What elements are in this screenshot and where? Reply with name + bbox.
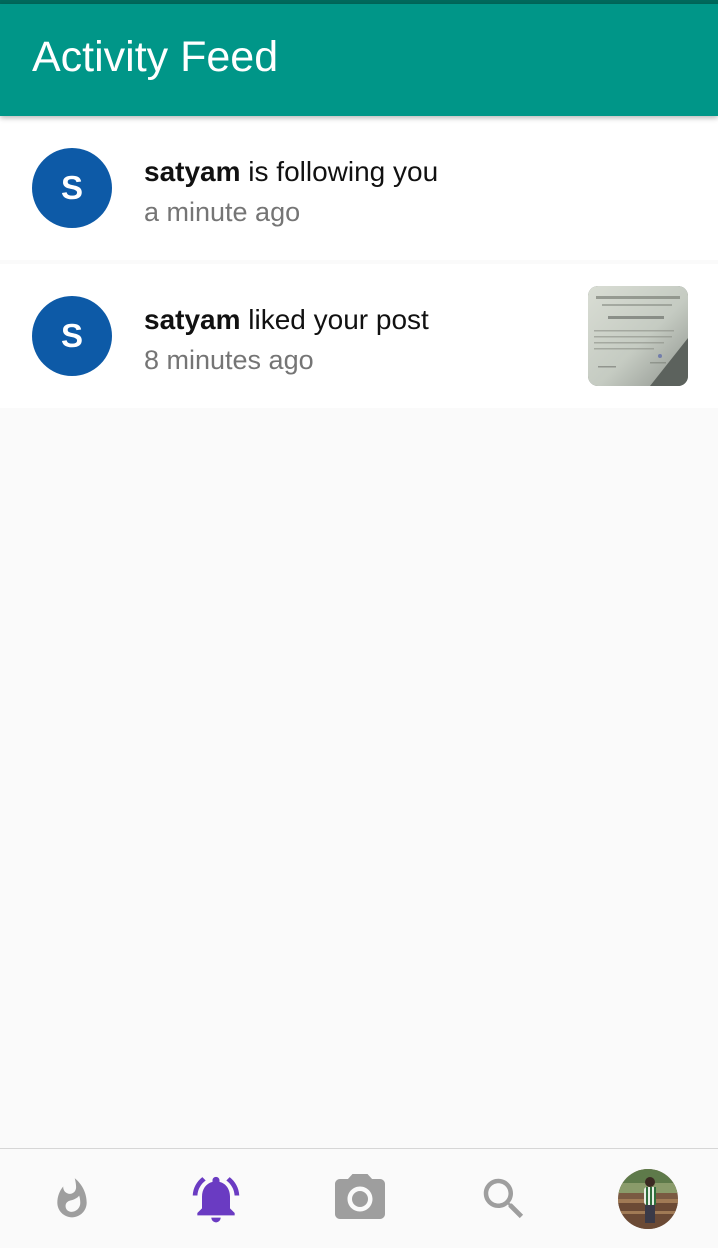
nav-activity-feed[interactable] — [144, 1149, 288, 1248]
whatshot-icon — [57, 1177, 87, 1217]
activity-action: liked your post — [240, 304, 429, 335]
nav-upload[interactable] — [288, 1149, 432, 1248]
notifications-active-icon — [192, 1176, 240, 1222]
feed-item-text: satyam liked your post 8 minutes ago — [144, 300, 429, 380]
feed-item-like[interactable]: S satyam liked your post 8 minutes ago — [0, 264, 718, 408]
page-title: Activity Feed — [32, 33, 279, 81]
feed-item-message: satyam is following you — [144, 152, 438, 192]
feed-item-follow[interactable]: S satyam is following you a minute ago — [0, 116, 718, 260]
username[interactable]: satyam — [144, 304, 241, 335]
nav-profile[interactable] — [576, 1149, 718, 1248]
photo-camera-icon — [335, 1173, 385, 1219]
user-avatar[interactable]: S — [32, 148, 112, 228]
activity-feed-list: S satyam is following you a minute ago S… — [0, 116, 718, 408]
feed-item-text: satyam is following you a minute ago — [144, 152, 438, 232]
search-icon — [483, 1178, 524, 1218]
app-bar: Activity Feed — [0, 4, 718, 116]
profile-avatar — [618, 1168, 678, 1229]
timestamp: 8 minutes ago — [144, 345, 314, 375]
timestamp: a minute ago — [144, 197, 301, 227]
nav-search[interactable] — [432, 1149, 576, 1248]
post-thumbnail[interactable] — [588, 286, 688, 386]
username[interactable]: satyam — [144, 156, 241, 187]
feed-item-message: satyam liked your post — [144, 300, 429, 340]
profile-photo — [618, 1168, 678, 1229]
user-avatar[interactable]: S — [32, 296, 112, 376]
nav-timeline[interactable] — [0, 1149, 144, 1248]
activity-action: is following you — [240, 156, 439, 187]
bottom-navigation — [0, 1148, 718, 1248]
certificate-photo — [588, 286, 688, 386]
